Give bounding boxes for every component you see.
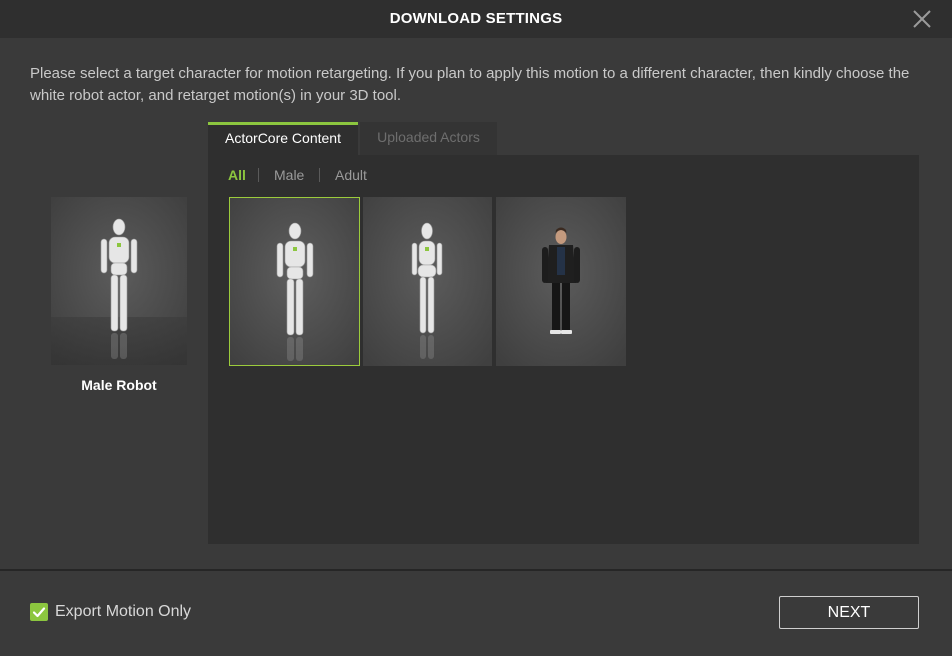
character-library-panel: All Male Adult <box>208 155 919 544</box>
instructions-text: Please select a target character for mot… <box>30 65 910 104</box>
next-button[interactable]: NEXT <box>779 596 919 629</box>
export-motion-only-label[interactable]: Export Motion Only <box>55 603 191 621</box>
download-settings-dialog: DOWNLOAD SETTINGS Please select a target… <box>0 0 952 656</box>
tab-actorcore-content[interactable]: ActorCore Content <box>208 122 358 155</box>
filter-divider <box>258 168 259 182</box>
export-motion-only-checkbox[interactable] <box>30 603 48 621</box>
filter-divider <box>319 168 320 182</box>
selected-character-preview <box>51 197 187 365</box>
dialog-title: DOWNLOAD SETTINGS <box>389 10 563 27</box>
close-icon[interactable] <box>912 9 932 29</box>
character-thumbnail-male-robot[interactable] <box>229 197 360 366</box>
tab-uploaded-actors[interactable]: Uploaded Actors <box>360 122 497 155</box>
selected-character-name: Male Robot <box>81 377 157 393</box>
filter-all[interactable]: All <box>228 167 246 183</box>
title-bar: DOWNLOAD SETTINGS <box>0 0 952 38</box>
character-thumbnail-man-jacket[interactable] <box>496 197 626 366</box>
character-thumbnail-female-robot[interactable] <box>363 197 492 366</box>
filter-male[interactable]: Male <box>274 167 304 183</box>
checkmark-icon <box>32 607 46 618</box>
filter-adult[interactable]: Adult <box>335 167 367 183</box>
